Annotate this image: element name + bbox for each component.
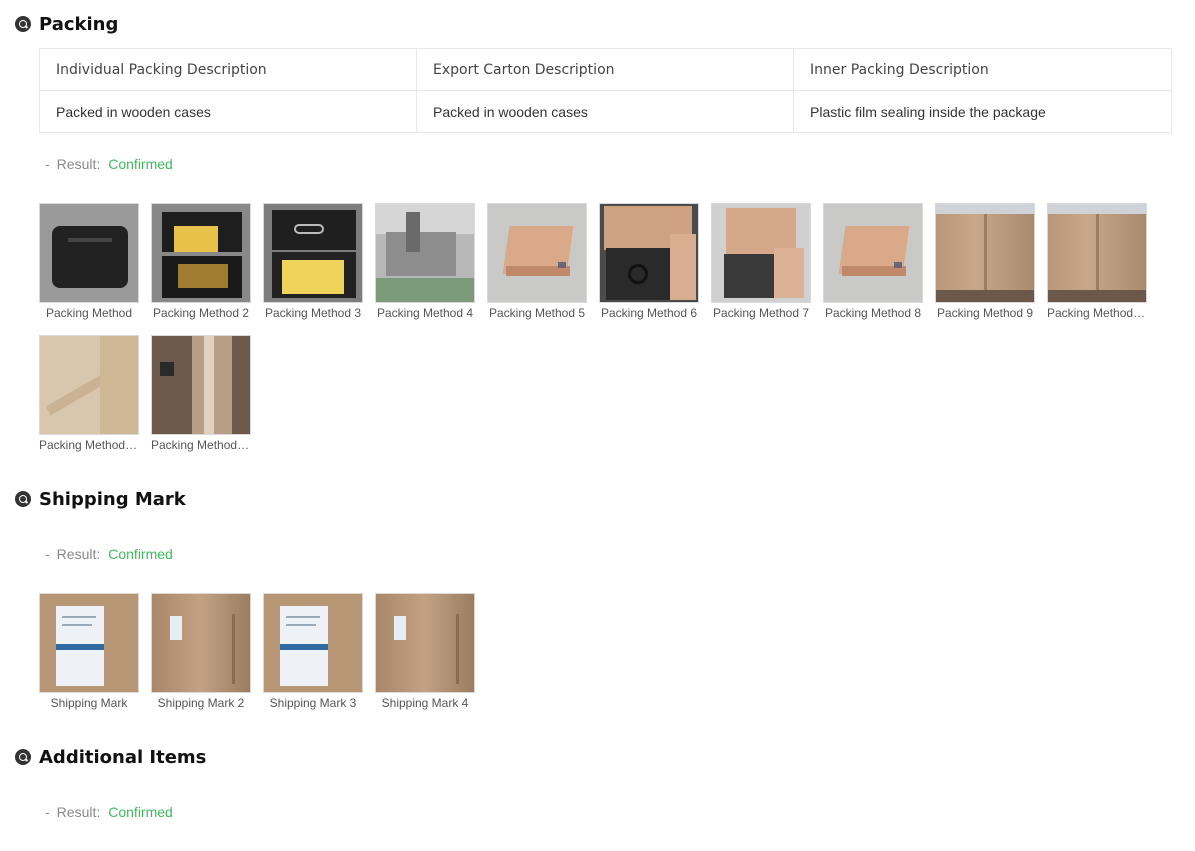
photo-image[interactable] — [151, 335, 251, 435]
photo-thumbnail[interactable]: Shipping Mark 4 — [375, 593, 475, 710]
photo-image[interactable] — [263, 593, 363, 693]
packing-table: Individual Packing Description Export Ca… — [39, 48, 1172, 133]
photo-thumbnail[interactable]: Packing Method 2 — [151, 203, 251, 320]
photo-caption: Packing Method 9 — [936, 306, 1034, 320]
result-status: Confirmed — [108, 546, 173, 562]
photo-thumbnail[interactable]: Packing Method 3 — [263, 203, 363, 320]
packing-result: - Result: Confirmed — [45, 156, 173, 172]
photo-caption: Packing Method 4 — [376, 306, 474, 320]
photo-caption: Packing Method 11 — [39, 438, 139, 452]
photo-image[interactable] — [39, 203, 139, 303]
shipping-section-title: Shipping Mark — [15, 487, 186, 511]
photo-caption: Packing Method 6 — [600, 306, 698, 320]
additional-result: - Result: Confirmed — [45, 804, 173, 820]
result-label: Result: — [56, 804, 101, 820]
photo-caption: Packing Method 10 — [1047, 306, 1147, 320]
photo-image[interactable] — [151, 593, 251, 693]
photo-thumbnail[interactable]: Packing Method 8 — [823, 203, 923, 320]
photo-thumbnail[interactable]: Packing Method 6 — [599, 203, 699, 320]
photo-image[interactable] — [39, 593, 139, 693]
photo-caption: Shipping Mark 3 — [269, 696, 357, 710]
photo-thumbnail[interactable]: Shipping Mark — [39, 593, 139, 710]
table-header-cell: Individual Packing Description — [39, 48, 417, 91]
table-header-cell: Inner Packing Description — [793, 48, 1172, 91]
photo-caption: Shipping Mark — [50, 696, 128, 710]
photo-image[interactable] — [823, 203, 923, 303]
photo-thumbnail[interactable]: Packing Method 9 — [935, 203, 1035, 320]
photo-thumbnail[interactable]: Packing Method 5 — [487, 203, 587, 320]
photo-image[interactable] — [151, 203, 251, 303]
photo-thumbnail[interactable]: Packing Method 7 — [711, 203, 811, 320]
photo-caption: Packing Method 8 — [824, 306, 922, 320]
table-cell: Plastic film sealing inside the package — [793, 90, 1172, 133]
photo-image[interactable] — [487, 203, 587, 303]
section-heading: Additional Items — [39, 746, 207, 768]
section-heading: Shipping Mark — [39, 488, 186, 510]
photo-caption: Packing Method 12 — [151, 438, 251, 452]
photo-image[interactable] — [1047, 203, 1147, 303]
photo-thumbnail[interactable]: Shipping Mark 2 — [151, 593, 251, 710]
table-row: Packed in wooden cases Packed in wooden … — [39, 90, 1172, 133]
additional-section-title: Additional Items — [15, 745, 206, 769]
photo-image[interactable] — [599, 203, 699, 303]
photo-image[interactable] — [711, 203, 811, 303]
photo-caption: Shipping Mark 2 — [157, 696, 245, 710]
photo-thumbnail[interactable]: Shipping Mark 3 — [263, 593, 363, 710]
photo-image[interactable] — [935, 203, 1035, 303]
packing-section-title: Packing — [15, 12, 118, 36]
result-dash: - — [45, 546, 50, 562]
section-bullet-icon — [15, 16, 31, 32]
photo-caption: Packing Method 7 — [712, 306, 810, 320]
result-status: Confirmed — [108, 156, 173, 172]
result-dash: - — [45, 156, 50, 172]
section-heading: Packing — [39, 13, 119, 35]
result-status: Confirmed — [108, 804, 173, 820]
photo-caption: Packing Method 2 — [152, 306, 250, 320]
photo-image[interactable] — [375, 203, 475, 303]
photo-image[interactable] — [375, 593, 475, 693]
photo-caption: Packing Method 5 — [488, 306, 586, 320]
result-label: Result: — [56, 546, 101, 562]
photo-thumbnail[interactable]: Packing Method 10 — [1047, 203, 1147, 320]
table-cell: Packed in wooden cases — [39, 90, 417, 133]
photo-thumbnail[interactable]: Packing Method 4 — [375, 203, 475, 320]
result-dash: - — [45, 804, 50, 820]
photo-caption: Shipping Mark 4 — [381, 696, 469, 710]
photo-caption: Packing Method 3 — [264, 306, 362, 320]
section-bullet-icon — [15, 749, 31, 765]
photo-thumbnail[interactable]: Packing Method 12 — [151, 335, 251, 452]
section-bullet-icon — [15, 491, 31, 507]
photo-caption: Packing Method — [45, 306, 133, 320]
photo-thumbnail[interactable]: Packing Method 11 — [39, 335, 139, 452]
photo-image[interactable] — [263, 203, 363, 303]
table-cell: Packed in wooden cases — [416, 90, 794, 133]
photo-image[interactable] — [39, 335, 139, 435]
result-label: Result: — [56, 156, 101, 172]
photo-thumbnail[interactable]: Packing Method — [39, 203, 139, 320]
shipping-result: - Result: Confirmed — [45, 546, 173, 562]
table-header-row: Individual Packing Description Export Ca… — [39, 48, 1172, 91]
table-header-cell: Export Carton Description — [416, 48, 794, 91]
